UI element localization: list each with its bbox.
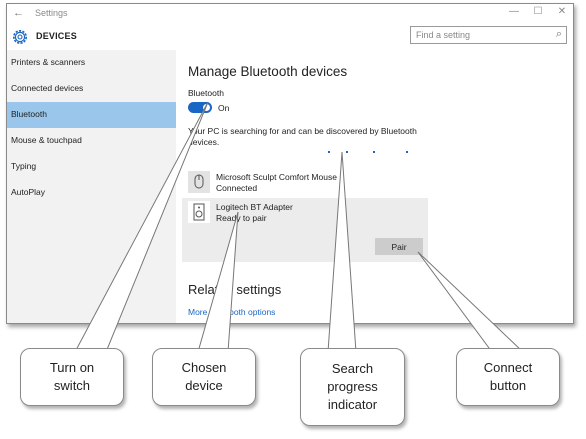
callout-line: Connect	[483, 360, 533, 375]
pair-pointer	[417, 251, 525, 353]
callout-chosen-device: Chosen device	[152, 348, 256, 406]
callout-line: switch	[53, 378, 91, 393]
callout-line: progress	[327, 379, 378, 394]
callout-line: Chosen	[181, 360, 227, 375]
callout-line: Turn on	[49, 360, 95, 375]
progress-pointer	[327, 151, 357, 353]
callout-search-progress: Search progress indicator	[300, 348, 405, 426]
callout-connect-button: Connect button	[456, 348, 560, 406]
callout-turn-on-switch: Turn on switch	[20, 348, 124, 406]
callout-line: button	[489, 378, 527, 393]
callout-line: device	[185, 378, 223, 393]
callout-line: Search	[331, 361, 374, 376]
device-pointer	[197, 211, 239, 353]
callout-line: indicator	[327, 397, 378, 412]
switch-pointer	[74, 101, 209, 353]
